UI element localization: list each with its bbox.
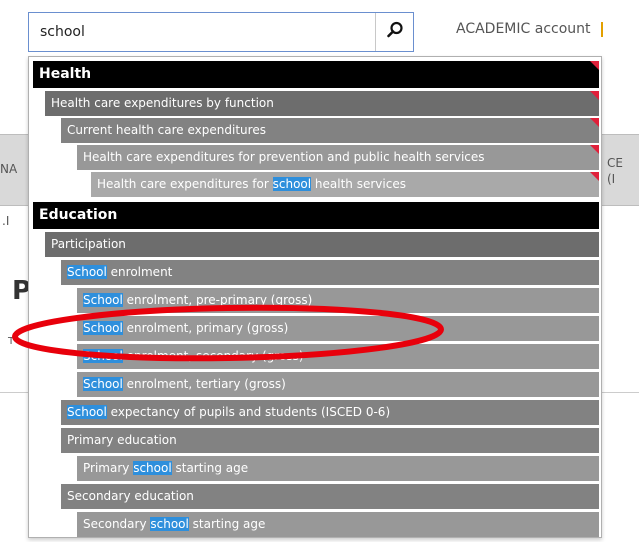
result-item[interactable]: Secondary school starting age <box>77 512 599 537</box>
result-item[interactable]: Primary school starting age <box>77 456 599 481</box>
match-highlight: School <box>83 293 123 307</box>
result-label: Current health care expenditures <box>67 123 266 137</box>
result-item[interactable]: Primary education <box>61 428 599 453</box>
result-label: Secondary <box>83 517 151 531</box>
result-label: enrolment <box>106 265 173 279</box>
result-label: starting age <box>188 517 266 531</box>
category-label: Education <box>39 207 118 223</box>
result-label: enrolment, primary (gross) <box>122 321 289 335</box>
result-item[interactable]: Current health care expenditures <box>61 118 599 143</box>
background-fragment: T <box>8 336 15 347</box>
corner-marker <box>590 118 599 127</box>
category-health[interactable]: Health <box>33 61 599 88</box>
result-label: Primary education <box>67 433 177 447</box>
background-fragment: .I <box>2 214 10 228</box>
result-label: enrolment, pre-primary (gross) <box>122 293 313 307</box>
divider <box>600 392 639 393</box>
result-label: Primary <box>83 461 134 475</box>
result-item[interactable]: School enrolment, tertiary (gross) <box>77 372 599 397</box>
autocomplete-dropdown: Health Health care expenditures by funct… <box>28 56 602 538</box>
account-label: ACADEMIC account <box>456 21 591 37</box>
match-highlight: school <box>272 177 312 191</box>
category-label: Health <box>39 66 92 82</box>
search-button[interactable] <box>375 13 414 51</box>
search-icon <box>386 21 404 43</box>
result-item[interactable]: Health care expenditures by function <box>45 91 599 116</box>
background-fragment: NA <box>0 162 18 176</box>
result-label: expectancy of pupils and students (ISCED… <box>106 405 391 419</box>
result-item[interactable]: Secondary education <box>61 484 599 509</box>
match-highlight: School <box>83 321 123 335</box>
result-label: Participation <box>51 237 126 251</box>
result-label: Health care expenditures by function <box>51 96 274 110</box>
account-link[interactable]: ACADEMIC account <box>456 21 603 37</box>
search-input[interactable] <box>29 13 375 51</box>
match-highlight: School <box>83 377 123 391</box>
result-item[interactable]: Health care expenditures for prevention … <box>77 145 599 170</box>
background-fragment: CE <box>607 156 623 170</box>
category-education[interactable]: Education <box>33 202 599 229</box>
result-label: enrolment, tertiary (gross) <box>122 377 286 391</box>
result-label: enrolment, secondary (gross) <box>122 349 304 363</box>
search-box <box>28 12 414 52</box>
corner-marker <box>590 91 599 100</box>
corner-marker <box>590 172 599 181</box>
corner-marker <box>590 61 599 70</box>
result-label: Health care expenditures for <box>97 177 273 191</box>
result-label: Secondary education <box>67 489 194 503</box>
match-highlight: School <box>67 265 107 279</box>
match-highlight: school <box>150 517 189 531</box>
result-item-primary-enrolment[interactable]: School enrolment, primary (gross) <box>77 316 599 341</box>
result-label: starting age <box>171 461 249 475</box>
background-fragment: (I <box>607 172 616 186</box>
result-label: Health care expenditures for prevention … <box>83 150 485 164</box>
result-item[interactable]: School enrolment <box>61 260 599 285</box>
match-highlight: school <box>133 461 172 475</box>
separator <box>600 21 603 37</box>
corner-marker <box>590 145 599 154</box>
result-item[interactable]: School enrolment, pre-primary (gross) <box>77 288 599 313</box>
divider <box>0 392 30 393</box>
match-highlight: School <box>83 349 123 363</box>
result-item[interactable]: Health care expenditures for school heal… <box>91 172 599 197</box>
result-item[interactable]: Participation <box>45 232 599 257</box>
result-label: health services <box>311 177 406 191</box>
result-item[interactable]: School expectancy of pupils and students… <box>61 400 599 425</box>
result-item[interactable]: School enrolment, secondary (gross) <box>77 344 599 369</box>
match-highlight: School <box>67 405 107 419</box>
